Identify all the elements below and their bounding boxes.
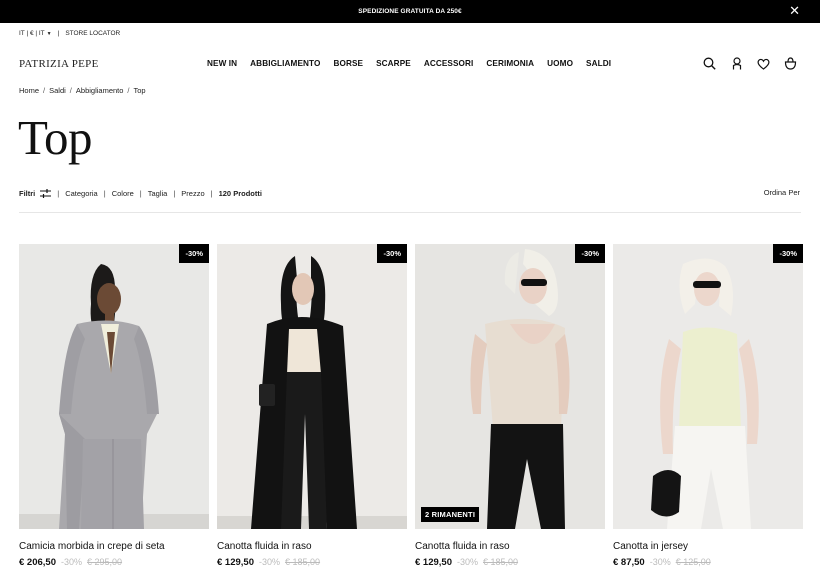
product-card[interactable]: -30% Canotta fluida in raso € 129,50 -30… <box>217 244 407 568</box>
divider: | <box>57 29 60 37</box>
nav-item-borse[interactable]: BORSE <box>333 59 363 68</box>
discount-badge: -30% <box>377 244 407 263</box>
product-price: € 129,50 -30% € 185,00 <box>415 557 605 568</box>
original-price: € 125,00 <box>675 557 711 567</box>
search-icon[interactable] <box>702 56 717 71</box>
page-title: Top <box>18 110 93 165</box>
breadcrumb-separator: / <box>43 86 46 95</box>
discount-percent: -30% <box>60 557 82 567</box>
discount-percent: -30% <box>258 557 280 567</box>
product-name[interactable]: Canotta fluida in raso <box>217 541 407 552</box>
discount-percent: -30% <box>649 557 671 567</box>
chevron-down-icon: ▼ <box>46 30 52 37</box>
product-name[interactable]: Canotta fluida in raso <box>415 541 605 552</box>
product-card[interactable]: -30% Camicia morbida in crepe di seta € … <box>19 244 209 568</box>
product-image[interactable]: -30% 2 RIMANENTI <box>415 244 605 529</box>
filters-button[interactable]: Filtri <box>19 189 35 198</box>
stock-badge: 2 RIMANENTI <box>421 507 480 522</box>
nav-item-accessori[interactable]: ACCESSORI <box>424 59 474 68</box>
original-price: € 185,00 <box>483 557 519 567</box>
nav-item-cerimonia[interactable]: CERIMONIA <box>486 59 534 68</box>
header-icons <box>702 56 798 71</box>
breadcrumb: Home / Saldi / Abbigliamento / Top <box>19 86 146 95</box>
divider: | <box>57 189 60 198</box>
close-icon[interactable]: ✕ <box>789 4 800 18</box>
breadcrumb-separator: / <box>127 86 130 95</box>
divider: | <box>210 189 213 198</box>
product-image[interactable]: -30% <box>19 244 209 529</box>
product-image[interactable]: -30% <box>613 244 803 529</box>
original-price: € 185,00 <box>285 557 321 567</box>
current-price: € 129,50 <box>415 557 452 568</box>
discount-badge: -30% <box>575 244 605 263</box>
divider: | <box>139 189 142 198</box>
product-card[interactable]: -30% Canotta in jersey € 87,50 -30% € 12… <box>613 244 803 568</box>
utility-bar: IT | € | IT ▼ | STORE LOCATOR <box>0 23 820 43</box>
nav-item-new-in[interactable]: NEW IN <box>207 59 237 68</box>
breadcrumb-abbigliamento[interactable]: Abbigliamento <box>76 86 124 95</box>
current-price: € 206,50 <box>19 557 56 568</box>
sliders-icon[interactable] <box>40 189 52 198</box>
product-grid: -30% Camicia morbida in crepe di seta € … <box>19 244 803 568</box>
product-price: € 206,50 -30% € 295,00 <box>19 557 209 568</box>
breadcrumb-current: Top <box>133 86 146 95</box>
current-price: € 129,50 <box>217 557 254 568</box>
product-name[interactable]: Camicia morbida in crepe di seta <box>19 541 209 552</box>
divider <box>19 212 801 213</box>
filter-prezzo[interactable]: Prezzo <box>181 189 204 198</box>
main-nav: NEW IN ABBIGLIAMENTO BORSE SCARPE ACCESS… <box>207 59 611 68</box>
breadcrumb-separator: / <box>69 86 72 95</box>
filter-categoria[interactable]: Categoria <box>65 189 98 198</box>
locale-label: IT | € | IT <box>19 29 45 37</box>
store-locator-link[interactable]: STORE LOCATOR <box>65 30 120 37</box>
breadcrumb-saldi[interactable]: Saldi <box>49 86 66 95</box>
discount-badge: -30% <box>179 244 209 263</box>
wishlist-icon[interactable] <box>756 56 771 71</box>
discount-badge: -30% <box>773 244 803 263</box>
account-icon[interactable] <box>729 56 744 71</box>
divider: | <box>103 189 106 198</box>
current-price: € 87,50 <box>613 557 645 568</box>
promo-bar: SPEDIZIONE GRATUITA DA 250€ ✕ <box>0 0 820 23</box>
nav-item-scarpe[interactable]: SCARPE <box>376 59 411 68</box>
filters-label: Filtri <box>19 189 36 198</box>
breadcrumb-home[interactable]: Home <box>19 86 39 95</box>
bag-icon[interactable] <box>783 56 798 71</box>
product-count: 120 Prodotti <box>218 189 262 198</box>
divider: | <box>173 189 176 198</box>
nav-item-saldi[interactable]: SALDI <box>586 59 611 68</box>
main-header: PATRIZIA PEPE NEW IN ABBIGLIAMENTO BORSE… <box>0 43 820 85</box>
promo-text: SPEDIZIONE GRATUITA DA 250€ <box>358 8 462 15</box>
sort-dropdown[interactable]: Ordina Per <box>764 188 800 197</box>
product-price: € 129,50 -30% € 185,00 <box>217 557 407 568</box>
product-name[interactable]: Canotta in jersey <box>613 541 803 552</box>
product-image[interactable]: -30% <box>217 244 407 529</box>
locale-selector[interactable]: IT | € | IT ▼ <box>19 30 52 37</box>
brand-logo[interactable]: PATRIZIA PEPE <box>19 58 99 70</box>
filter-colore[interactable]: Colore <box>112 189 134 198</box>
filter-bar: Filtri | Categoria | Colore | Taglia | P… <box>19 189 262 198</box>
nav-item-abbigliamento[interactable]: ABBIGLIAMENTO <box>250 59 320 68</box>
filter-taglia[interactable]: Taglia <box>148 189 168 198</box>
original-price: € 295,00 <box>87 557 123 567</box>
product-card[interactable]: -30% 2 RIMANENTI Canotta fluida in raso … <box>415 244 605 568</box>
product-price: € 87,50 -30% € 125,00 <box>613 557 803 568</box>
discount-percent: -30% <box>456 557 478 567</box>
nav-item-uomo[interactable]: UOMO <box>547 59 573 68</box>
